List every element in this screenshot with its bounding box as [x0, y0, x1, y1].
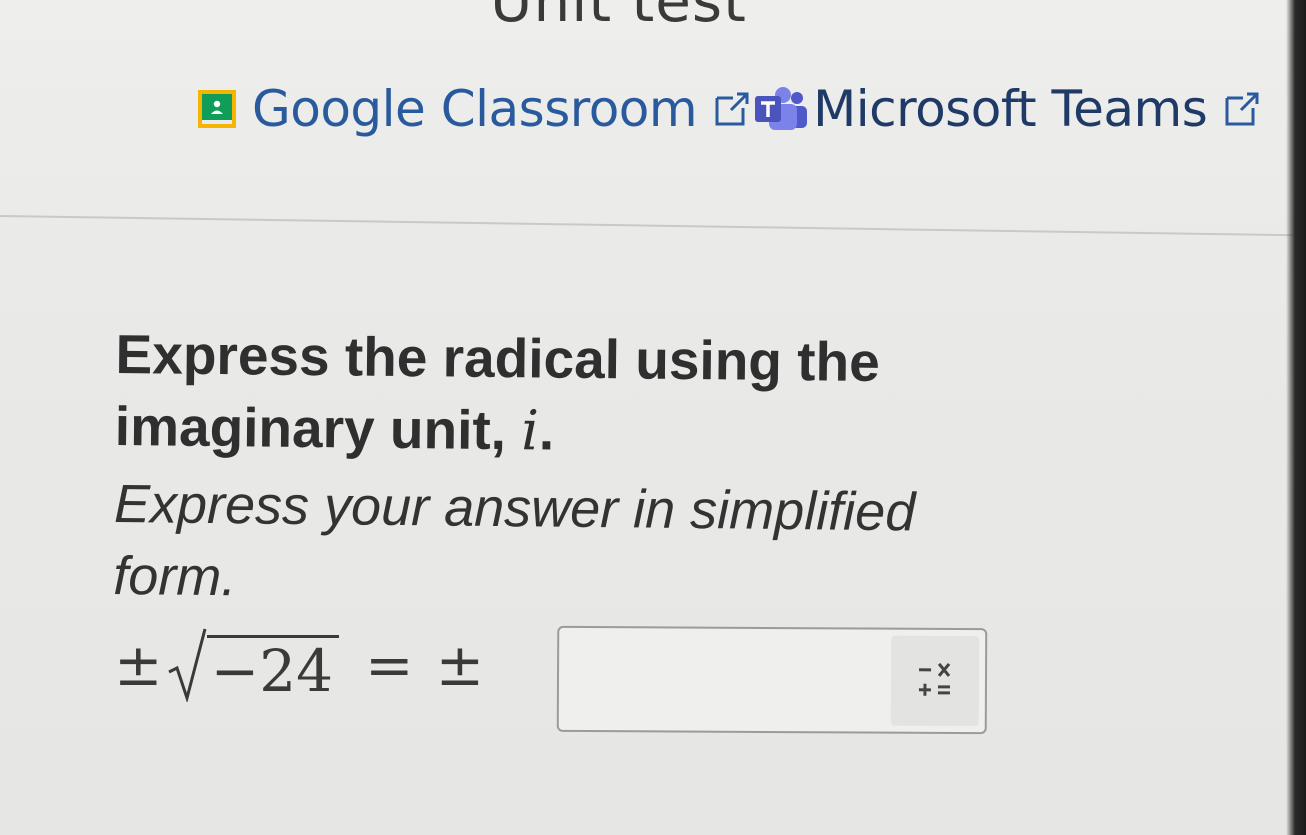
page-title: Unit test [490, 0, 747, 35]
screen-bezel [1286, 0, 1306, 835]
external-link-icon [711, 88, 753, 130]
question-text: Express the radical using the imaginary … [113, 318, 1016, 621]
share-links: Google Classroom Microsoft Teams [198, 80, 1263, 138]
question-instruction: Express your answer in simplified form. [112, 473, 916, 608]
answer-box [556, 625, 988, 735]
radical-sign-icon [167, 628, 207, 702]
microsoft-teams-label: Microsoft Teams [813, 80, 1208, 138]
google-classroom-label: Google Classroom [252, 80, 698, 138]
imaginary-unit-symbol: i [520, 398, 540, 463]
section-divider [0, 215, 1306, 237]
google-classroom-icon [198, 90, 236, 128]
answer-input[interactable] [558, 627, 894, 732]
microsoft-teams-icon [753, 86, 809, 132]
external-link-icon [1221, 88, 1263, 130]
microsoft-teams-link[interactable]: Microsoft Teams [753, 80, 1263, 138]
equals-sign: = [365, 631, 414, 699]
prompt-text: Express the radical using the imaginary … [114, 322, 881, 462]
prompt-period: . [538, 399, 555, 462]
plus-minus-sign: ± [114, 631, 163, 699]
question-prompt: Express the radical using the imaginary … [114, 318, 1015, 471]
square-root: −24 [167, 628, 340, 702]
plus-minus-sign: ± [435, 631, 485, 699]
google-classroom-link[interactable]: Google Classroom [198, 80, 753, 138]
radicand: −24 [206, 635, 340, 702]
equation: ± −24 = ± [114, 628, 484, 702]
math-keypad-icon [918, 662, 951, 696]
math-keypad-button[interactable] [890, 635, 980, 727]
